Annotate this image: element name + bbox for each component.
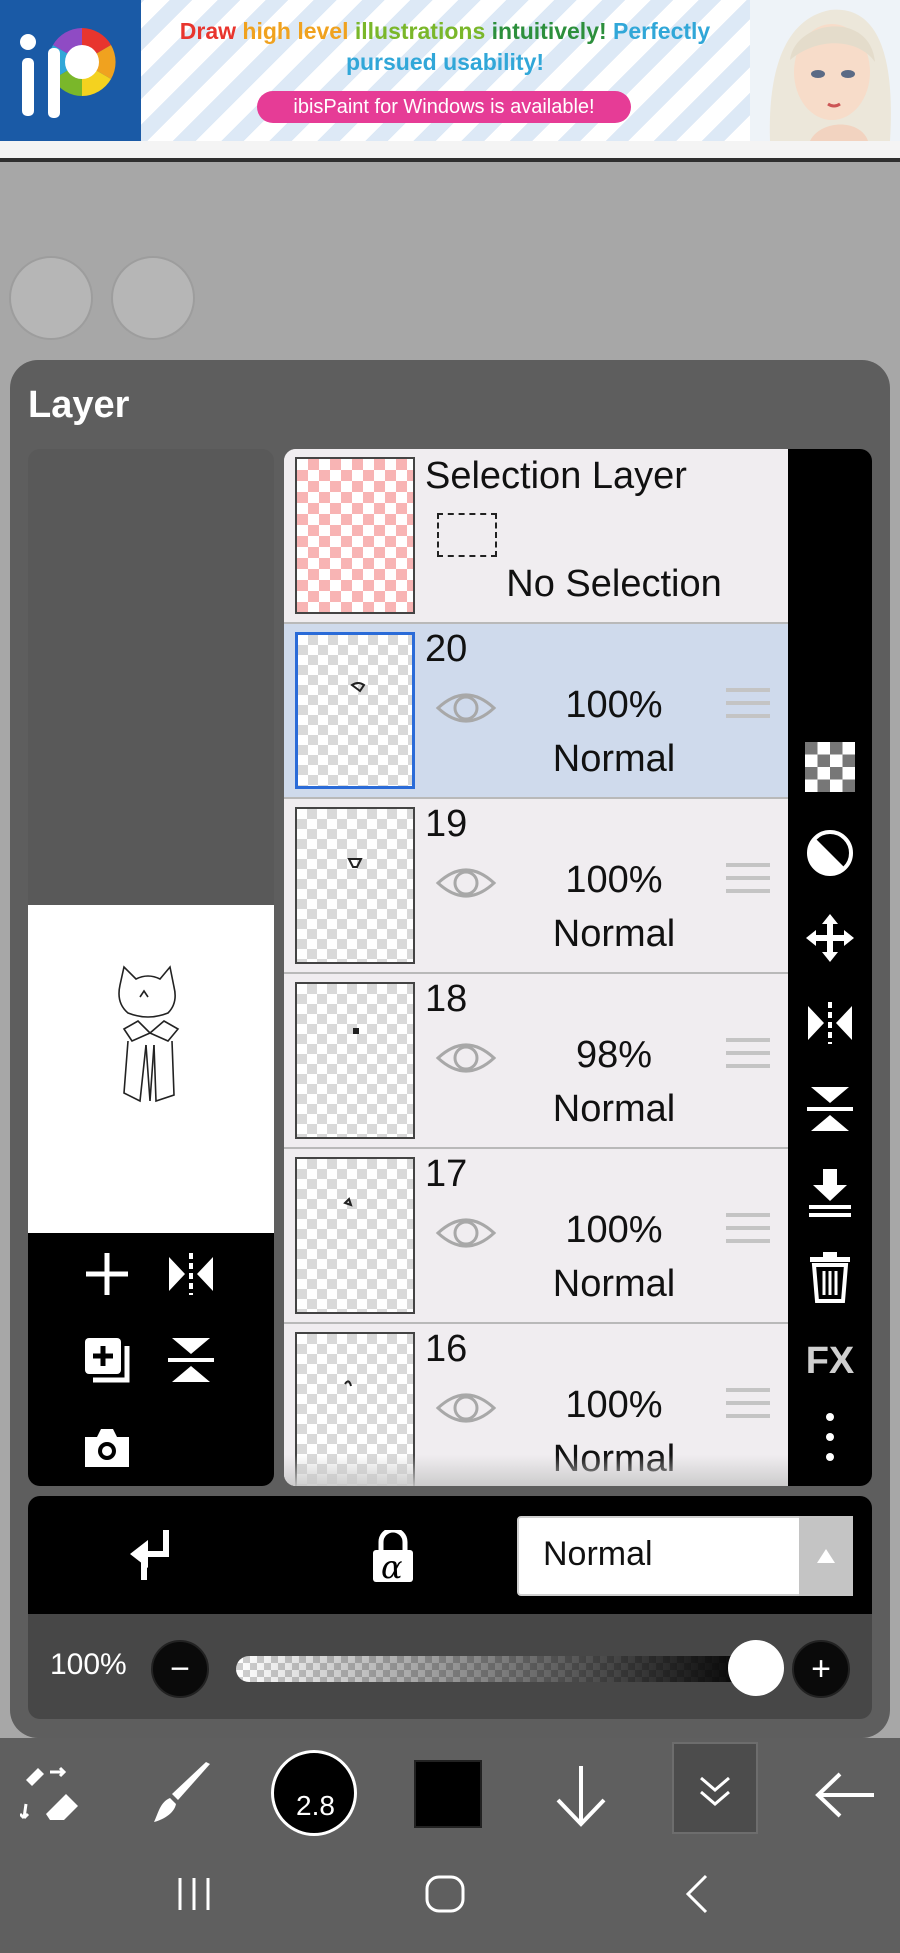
layer-number: 19 <box>425 803 468 845</box>
visibility-eye-icon[interactable] <box>435 1211 497 1260</box>
visibility-eye-icon[interactable] <box>435 686 497 735</box>
duplicate-layer-icon[interactable] <box>78 1331 136 1389</box>
ibispaint-logo <box>0 0 141 141</box>
layer-opacity: 100% <box>565 1384 663 1426</box>
layer-opacity: 98% <box>575 1034 653 1076</box>
drag-handle-icon[interactable] <box>726 688 770 724</box>
layer-number: 16 <box>425 1328 468 1370</box>
ad-word: intuitively! <box>491 18 607 44</box>
opacity-slider-knob[interactable] <box>728 1640 784 1696</box>
layer-thumbnail <box>295 1157 415 1314</box>
chevron-up-icon[interactable] <box>799 1516 853 1596</box>
layer-thumbnail <box>295 982 415 1139</box>
selection-layer-title: Selection Layer <box>425 455 687 497</box>
flip-horizontal-icon[interactable] <box>802 995 858 1051</box>
arrow-down-icon[interactable] <box>552 1762 610 1833</box>
layer-opacity: 100% <box>565 1209 663 1251</box>
brush-icon[interactable] <box>150 1760 216 1831</box>
drag-handle-icon[interactable] <box>726 863 770 899</box>
opacity-plus-button[interactable]: + <box>792 1640 850 1698</box>
layer-number: 20 <box>425 628 468 670</box>
layer-row[interactable]: 18 98% Normal <box>284 974 788 1149</box>
visibility-eye-icon[interactable] <box>435 1386 497 1435</box>
selection-status: No Selection <box>506 563 722 605</box>
opacity-minus-button[interactable]: − <box>151 1640 209 1698</box>
camera-icon[interactable] <box>78 1419 136 1477</box>
layer-number: 17 <box>425 1153 468 1195</box>
ad-divider-strip <box>0 141 900 158</box>
system-back-icon[interactable] <box>682 1872 712 1921</box>
brush-size-value: 2.8 <box>296 1790 335 1821</box>
layer-row[interactable]: 17 100% Normal <box>284 1149 788 1324</box>
layer-actions-toolbar: FX <box>788 449 872 1486</box>
ad-cta-pill[interactable]: ibisPaint for Windows is available! <box>257 91 631 123</box>
double-chevron-down-icon <box>697 1774 733 1813</box>
layer-row[interactable]: 19 100% Normal <box>284 799 788 974</box>
drag-handle-icon[interactable] <box>726 1213 770 1249</box>
flip-horizontal-icon[interactable] <box>162 1245 220 1303</box>
ad-character-portrait <box>750 0 900 141</box>
layer-opacity: 100% <box>565 859 663 901</box>
layer-thumbnail <box>295 807 415 964</box>
canvas-round-button[interactable] <box>9 256 93 340</box>
opacity-value: 100% <box>50 1648 127 1681</box>
layer-blend-mode: Normal <box>552 1088 676 1130</box>
ad-word: Perfectly <box>613 18 711 44</box>
move-icon[interactable] <box>802 910 858 966</box>
flip-vertical-icon[interactable] <box>162 1331 220 1389</box>
merge-down-icon[interactable] <box>802 1165 858 1221</box>
canvas-round-button[interactable] <box>111 256 195 340</box>
layer-number: 18 <box>425 978 468 1020</box>
list-fade <box>284 1455 788 1486</box>
ad-word: high level <box>242 18 349 44</box>
preview-tools <box>28 1233 274 1486</box>
fx-icon[interactable]: FX <box>802 1333 858 1389</box>
visibility-eye-icon[interactable] <box>435 861 497 910</box>
add-layer-icon[interactable] <box>78 1245 136 1303</box>
flip-vertical-icon[interactable] <box>802 1081 858 1137</box>
trash-icon[interactable] <box>802 1249 858 1305</box>
clipping-icon[interactable] <box>126 1526 172 1589</box>
layer-opacity: 100% <box>565 684 663 726</box>
layer-list[interactable]: Selection Layer No Selection 20 100% Nor… <box>284 449 788 1486</box>
alpha-symbol: α <box>381 1548 403 1586</box>
color-swatch[interactable] <box>414 1760 482 1828</box>
drag-handle-icon[interactable] <box>726 1038 770 1074</box>
visibility-eye-icon[interactable] <box>435 1036 497 1085</box>
ad-word: illustrations <box>354 18 486 44</box>
ad-headline: Draw high level illustrations intuitivel… <box>150 16 740 78</box>
more-icon[interactable] <box>802 1409 858 1465</box>
tool-switch-icon[interactable] <box>18 1764 84 1829</box>
selection-layer-row[interactable]: Selection Layer No Selection <box>284 449 788 624</box>
layer-blend-mode: Normal <box>552 913 676 955</box>
canvas-preview <box>28 905 274 1233</box>
drag-handle-icon[interactable] <box>726 1388 770 1424</box>
recent-apps-icon[interactable] <box>174 1874 214 1919</box>
ad-word: pursued usability! <box>345 49 545 75</box>
alpha-lock-icon[interactable]: α <box>369 1530 417 1586</box>
layer-thumbnail <box>295 632 415 789</box>
canvas-preview-pane <box>28 449 274 1486</box>
back-arrow-icon[interactable] <box>812 1770 878 1825</box>
ad-word: Draw <box>179 18 237 44</box>
layer-blend-mode: Normal <box>552 738 676 780</box>
home-icon[interactable] <box>424 1874 466 1919</box>
selection-layer-thumbnail <box>295 457 415 614</box>
layer-blend-mode: Normal <box>552 1263 676 1305</box>
opacity-slider[interactable] <box>236 1656 756 1682</box>
transparency-grid-icon[interactable] <box>802 739 858 795</box>
layer-row[interactable]: 20 100% Normal <box>284 624 788 799</box>
selection-marquee-icon <box>437 513 497 557</box>
invert-circle-icon[interactable] <box>802 825 858 881</box>
blend-mode-value: Normal <box>543 1535 653 1573</box>
panel-title: Layer <box>28 384 130 426</box>
